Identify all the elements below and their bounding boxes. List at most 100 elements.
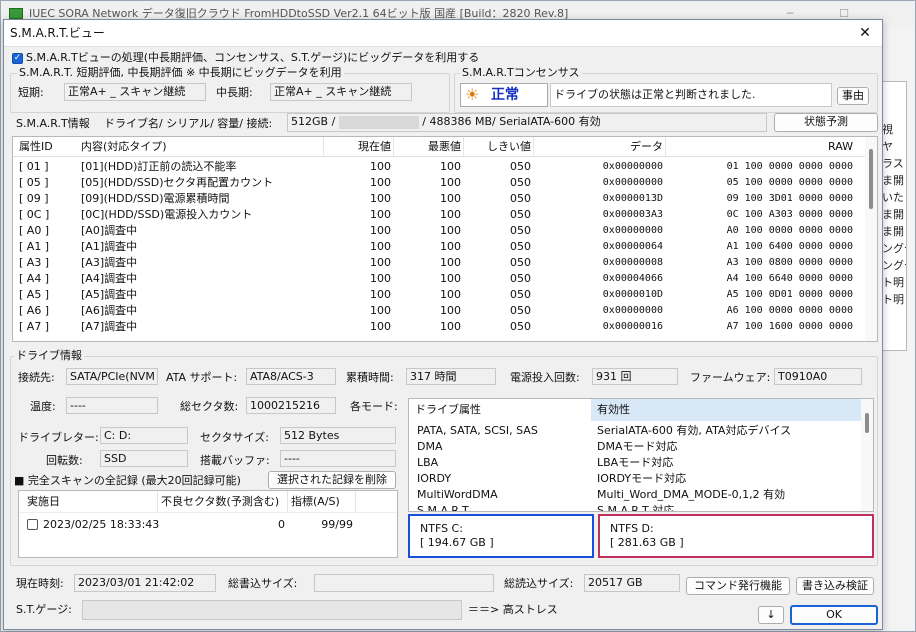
table-row[interactable]: [ A5 ] [A5]調査中 100 100 050 0x0000010D A5 100 0… [13, 287, 865, 303]
table-cell: [ A1 ] [19, 240, 50, 253]
table-cell: A5 100 0D01 0000 0000 [726, 289, 853, 300]
table-row[interactable]: [ A6 ] [A6]調査中 100 100 050 0x00000000 A6 100 0… [13, 303, 865, 319]
eval-group-title: S.M.A.R.T. 短期評価, 中長期評価 ※ 中長期にビッグデータを利用 [17, 66, 344, 79]
delete-record-button[interactable]: 選択された記録を削除 [268, 471, 396, 489]
column-header[interactable]: 最悪値 [397, 139, 461, 155]
stress-gauge-label: S.T.ゲージ: [16, 603, 72, 616]
modes-table-scrollbar[interactable] [861, 399, 873, 511]
bg-list-fragment: ヤ [882, 140, 893, 153]
power-count-field: 931 回 [592, 368, 678, 385]
table-row[interactable]: S.M.A.R.T S.M.A.R.T 対応 [409, 503, 861, 511]
table-cell: 0x0000013D [602, 193, 663, 204]
scan-log-table: 実施日 不良セクタ数(予測含む) 指標(A/S) 2023/02/25 18:33:4… [18, 490, 398, 558]
table-row[interactable]: MultiWordDMA Multi_Word_DMA_MODE-0,1,2 有効 [409, 487, 861, 503]
table-row[interactable]: 2023/02/25 18:33:43 0 99/99 [19, 517, 397, 533]
table-row[interactable]: LBA LBAモード対応 [409, 455, 861, 471]
table-cell: A4 100 6640 0000 0000 [726, 273, 853, 284]
table-cell: [A0]調査中 [81, 224, 138, 237]
scan-date: 2023/02/25 18:33:43 [43, 518, 160, 531]
partition-box[interactable]: NTFS C:[ 194.67 GB ] [408, 514, 594, 558]
table-cell: [ A7 ] [19, 320, 50, 333]
table-cell: 050 [510, 288, 531, 301]
table-cell: [A3]調査中 [81, 256, 138, 269]
drive-id-field: 512GB / / 488386 MB/ SerialATA-600 有効 [287, 113, 767, 132]
hours-label: 累積時間: [346, 371, 394, 384]
table-cell: 100 [440, 176, 461, 189]
table-cell: 100 [370, 288, 391, 301]
partition-box[interactable]: NTFS D:[ 281.63 GB ] [598, 514, 874, 558]
smart-table-scroll-thumb[interactable] [869, 149, 873, 209]
modes-table-scroll-thumb[interactable] [865, 413, 869, 433]
column-header[interactable]: ドライブ属性 [409, 399, 589, 421]
total-sectors-label: 総セクタ数: [180, 400, 239, 413]
table-row[interactable]: DMA DMAモード対応 [409, 439, 861, 455]
table-cell: 05 100 0000 0000 0000 [726, 177, 853, 188]
table-row[interactable]: PATA, SATA, SCSI, SAS SerialATA-600 有効, A… [409, 423, 861, 439]
table-row[interactable]: [ 05 ] [05](HDD/SSD)セクタ再配置カウント 100 100 050 0x… [13, 175, 865, 191]
table-cell: [0C](HDD/SSD)電源投入カウント [81, 208, 253, 221]
table-row[interactable]: [ A3 ] [A3]調査中 100 100 050 0x00000008 A3 100 0… [13, 255, 865, 271]
firmware-label: ファームウェア: [690, 371, 771, 384]
table-cell: 0C 100 A303 0000 0000 [726, 209, 853, 220]
column-header[interactable]: 指標(A/S) [291, 494, 361, 510]
modes-table-header: ドライブ属性 有効性 [409, 399, 861, 421]
table-cell: 0x0000010D [602, 289, 663, 300]
table-cell: 100 [440, 256, 461, 269]
column-header[interactable]: 属性ID [19, 139, 79, 155]
bg-list-fragment: ま開 [882, 208, 904, 221]
table-cell: 100 [370, 208, 391, 221]
predict-button[interactable]: 状態予測 [774, 113, 878, 132]
table-cell: LBAモード対応 [597, 456, 674, 469]
table-row[interactable]: [ A7 ] [A7]調査中 100 100 050 0x00000016 A7 100 1… [13, 319, 865, 335]
write-verify-button[interactable]: 書き込み検証 [796, 577, 874, 595]
table-cell: [A7]調査中 [81, 320, 138, 333]
down-button[interactable]: ↓ [758, 606, 784, 624]
table-cell: 100 [370, 192, 391, 205]
sector-size-label: セクタサイズ: [200, 431, 269, 444]
table-row[interactable]: [ 09 ] [09](HDD/SSD)電源累積時間 100 100 050 0x0000… [13, 191, 865, 207]
column-divider [393, 137, 394, 157]
bg-list-fragment: ま開 [882, 225, 904, 238]
table-cell: 100 [440, 240, 461, 253]
dialog-titlebar: S.M.A.R.T.ビュー ✕ [4, 20, 882, 47]
table-row[interactable]: [ A4 ] [A4]調査中 100 100 050 0x00004066 A4 100 6… [13, 271, 865, 287]
table-cell: [ 05 ] [19, 176, 49, 189]
table-cell: 050 [510, 240, 531, 253]
table-row[interactable]: [ 0C ] [0C](HDD/SSD)電源投入カウント 100 100 050 0x00… [13, 207, 865, 223]
drive-id-label: ドライブ名/ シリアル/ 容量/ 接続: [104, 117, 273, 130]
table-cell: 100 [370, 256, 391, 269]
table-cell: 050 [510, 304, 531, 317]
column-header[interactable]: RAW [669, 139, 853, 155]
drive-info-title: ドライブ情報 [14, 349, 84, 362]
table-cell: DMAモード対応 [597, 440, 678, 453]
column-header[interactable]: 有効性 [591, 399, 861, 421]
smart-table-scrollbar[interactable] [865, 137, 877, 341]
record-checkbox[interactable] [27, 519, 38, 530]
table-row[interactable]: [ A0 ] [A0]調査中 100 100 050 0x00000000 A0 100 0… [13, 223, 865, 239]
column-header[interactable]: しきい値 [467, 139, 531, 155]
short-term-field: 正常A+ _ スキャン継続 [64, 83, 206, 101]
table-row[interactable]: IORDY IORDYモード対応 [409, 471, 861, 487]
column-header[interactable]: データ [537, 139, 663, 155]
ok-button[interactable]: OK [790, 605, 878, 625]
command-button[interactable]: コマンド発行機能 [686, 577, 790, 595]
short-term-label: 短期: [18, 86, 44, 99]
rpm-label: 回転数: [46, 454, 83, 467]
column-divider [287, 491, 288, 513]
reason-button[interactable]: 事由 [837, 87, 869, 105]
column-header[interactable]: 内容(対応タイプ) [81, 139, 321, 155]
table-cell: SerialATA-600 有効, ATA対応デバイス [597, 424, 792, 437]
ata-label: ATA サポート: [166, 371, 238, 384]
app-logo-icon [9, 8, 23, 19]
table-cell: [A4]調査中 [81, 272, 138, 285]
bg-list-fragment: ま開 [882, 174, 904, 187]
close-button[interactable]: ✕ [852, 22, 878, 44]
column-header[interactable]: 不良セクタ数(予測含む) [161, 494, 287, 510]
column-header[interactable]: 現在値 [327, 139, 391, 155]
column-header[interactable]: 実施日 [27, 494, 157, 510]
table-row[interactable]: [ 01 ] [01](HDD)訂正前の読込不能率 100 100 050 0x00000… [13, 159, 865, 175]
total-read-label: 総読込サイズ: [504, 577, 574, 590]
table-row[interactable]: [ A1 ] [A1]調査中 100 100 050 0x00000064 A1 100 6… [13, 239, 865, 255]
smart-view-dialog: S.M.A.R.T.ビュー ✕ ✓ S.M.A.R.Tビューの処理(中長期評価、… [3, 19, 883, 630]
bigdata-checkbox[interactable]: ✓ [12, 53, 23, 64]
